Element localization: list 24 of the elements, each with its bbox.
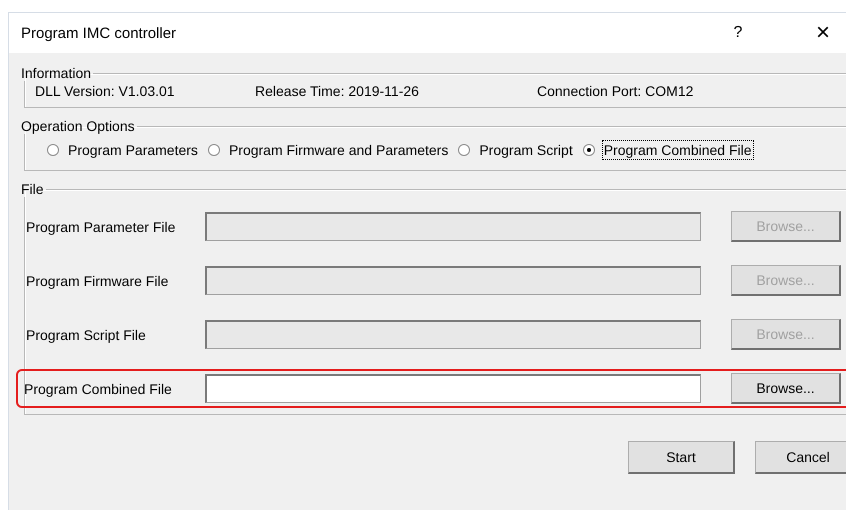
group-title: Information <box>20 65 92 81</box>
radio-option[interactable]: Program Script <box>458 140 575 160</box>
group-title: Operation Options <box>20 118 136 134</box>
field-label: Program Script File <box>25 326 147 342</box>
help-button[interactable]: ? <box>730 25 746 41</box>
group-title: File <box>20 181 45 197</box>
radio-icon <box>458 144 470 156</box>
radio-option[interactable]: Program Parameters <box>47 140 200 160</box>
close-button[interactable]: × <box>810 21 836 45</box>
radio-icon <box>582 144 595 156</box>
cancel-button[interactable]: Cancel <box>755 441 846 474</box>
radio-option[interactable]: Program Firmware and Parameters <box>208 140 450 160</box>
field-label: Program Combined File <box>24 380 173 396</box>
file-path-field[interactable] <box>205 374 701 403</box>
info-text: DLL Version: V1.03.01 <box>35 83 176 99</box>
info-text: Connection Port: COM12 <box>537 83 694 99</box>
browse-button[interactable]: Browse... <box>731 373 841 404</box>
radio-icon <box>208 144 220 156</box>
start-button[interactable]: Start <box>628 441 735 474</box>
field-label: Program Firmware File <box>25 272 170 288</box>
radio-icon <box>47 144 59 156</box>
field-label: Program Parameter File <box>25 218 176 234</box>
window-title: Program IMC controller <box>21 24 178 42</box>
info-text: Release Time: 2019-11-26 <box>255 83 420 99</box>
